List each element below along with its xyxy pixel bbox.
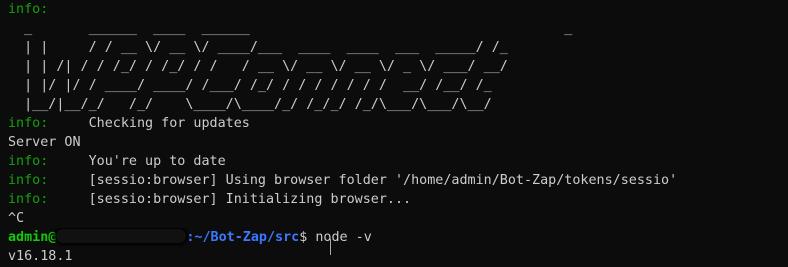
output-line-up-to-date: info: You're up to date (8, 154, 226, 169)
prompt-command[interactable]: node -v (315, 230, 371, 245)
output-line-checking-updates: info: Checking for updates (8, 116, 250, 131)
log-level-tag: info: (8, 116, 49, 131)
shell-prompt-line[interactable]: admin@ :~/Bot-Zap/src$ node -v (8, 228, 788, 247)
log-level-tag: info: (8, 173, 49, 188)
ascii-banner-row-2: | | / / __ \/ __ \/ ____/___ ____ ____ _… (8, 40, 516, 55)
ascii-banner-row-5: |__/|__/_/ /_/ \____/\____/_/ /_/_/ /_/\… (8, 97, 508, 112)
ascii-banner-row-3: | | /| / / /_/ / /_/ / / / __ \/ __ \/ _… (8, 59, 508, 74)
output-line-browser-folder: info: [sessio:browser] Using browser fol… (8, 173, 678, 188)
output-line-info-header: info: (8, 0, 788, 19)
log-level-tag: info: (8, 192, 49, 207)
prompt-path: :~/Bot-Zap/src (186, 230, 300, 245)
mouse-text-cursor-icon (330, 239, 331, 255)
log-level-tag: info: (8, 154, 49, 169)
ascii-banner-row-1: _ ______ ____ ______ _ (8, 21, 589, 36)
prompt-symbol: $ (299, 230, 316, 245)
terminal-window[interactable]: info: _ ______ ____ ______ _ | | / / __ … (0, 0, 788, 267)
output-line-node-version: v16.18.1 (8, 249, 73, 264)
redacted-hostname (56, 229, 187, 243)
output-line-interrupt: ^C (8, 211, 25, 226)
prompt-user: admin@ (8, 230, 57, 245)
ascii-banner-row-4: | |/ |/ / ____/ ____/ /___/ /_/ / / / / … (8, 78, 508, 93)
log-level-tag: info: (8, 2, 49, 17)
output-line-initializing-browser: info: [sessio:browser] Initializing brow… (8, 192, 412, 207)
output-line-server-on: Server ON (8, 135, 81, 150)
